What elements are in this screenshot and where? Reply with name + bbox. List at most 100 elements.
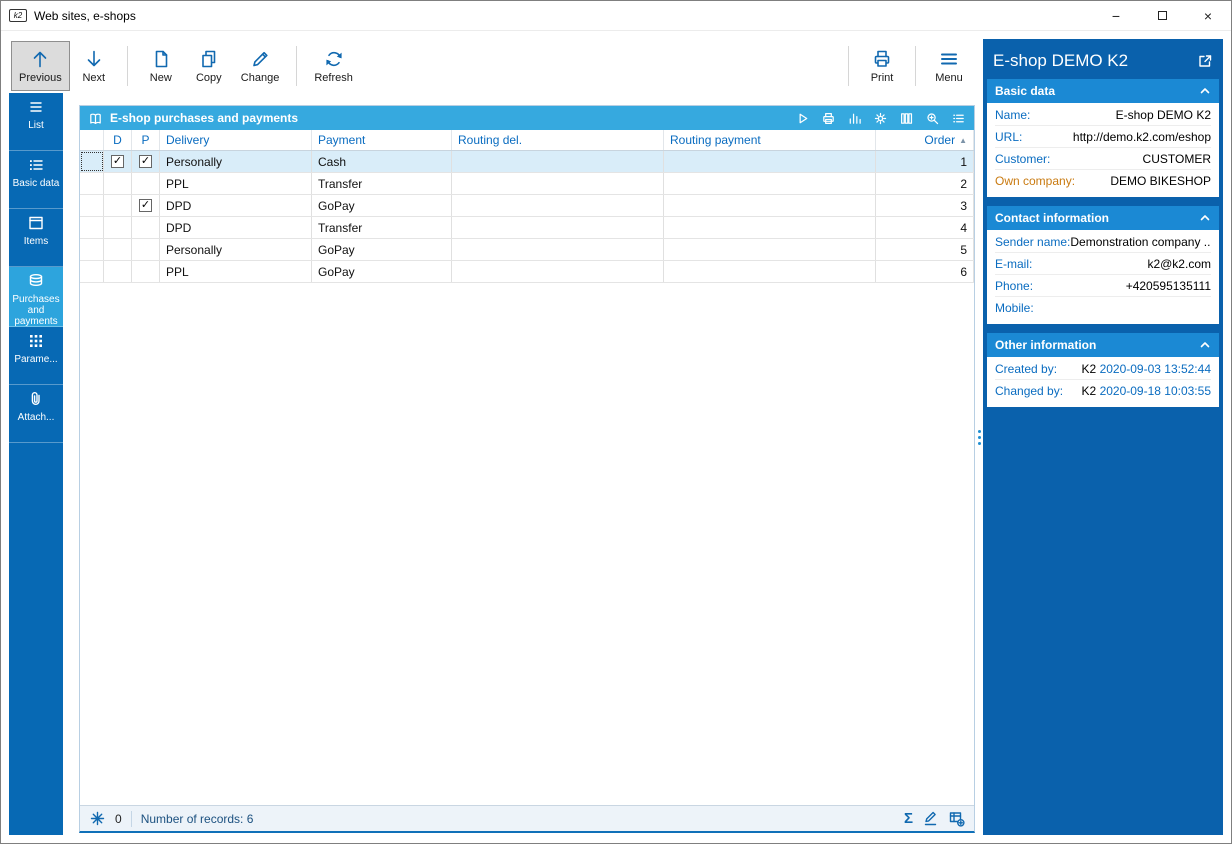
cell-order[interactable]: 1 (876, 151, 974, 172)
header-payment[interactable]: Payment (312, 130, 452, 150)
cell-routing-payment[interactable] (664, 261, 876, 282)
minimize-button[interactable]: − (1093, 1, 1139, 30)
settings-search-icon[interactable] (873, 111, 888, 126)
cell-order[interactable]: 5 (876, 239, 974, 260)
cell-delivery[interactable]: PPL (160, 261, 312, 282)
header-p[interactable]: P (132, 130, 160, 150)
cell-delivery[interactable]: PPL (160, 173, 312, 194)
cell-routing-payment[interactable] (664, 173, 876, 194)
table-row[interactable]: PPL Transfer 2 (80, 173, 974, 195)
row-selector[interactable] (80, 239, 104, 260)
row-selector[interactable] (80, 173, 104, 194)
cell-routing-del[interactable] (452, 195, 664, 216)
cell-p[interactable] (132, 217, 160, 238)
edit-icon[interactable] (922, 810, 939, 827)
cell-delivery[interactable]: Personally (160, 151, 312, 172)
cell-payment[interactable]: GoPay (312, 195, 452, 216)
cell-delivery[interactable]: DPD (160, 217, 312, 238)
sidebar-item-purchases-and-payments[interactable]: Purchases and payments (9, 267, 63, 327)
close-button[interactable]: × (1185, 1, 1231, 30)
cell-p[interactable]: ✓ (132, 195, 160, 216)
row-selector[interactable] (80, 217, 104, 238)
cell-order[interactable]: 4 (876, 217, 974, 238)
cell-delivery[interactable]: DPD (160, 195, 312, 216)
panel-splitter[interactable] (975, 39, 983, 835)
menu-button[interactable]: Menu (925, 41, 973, 91)
cell-routing-payment[interactable] (664, 195, 876, 216)
cell-d[interactable] (104, 173, 132, 194)
cell-routing-payment[interactable] (664, 151, 876, 172)
cell-d[interactable] (104, 217, 132, 238)
print-icon[interactable] (821, 111, 836, 126)
row-selector[interactable] (80, 261, 104, 282)
print-button[interactable]: Print (858, 41, 906, 91)
cell-routing-del[interactable] (452, 173, 664, 194)
coins-stack-icon (27, 272, 45, 290)
cell-p[interactable]: ✓ (132, 151, 160, 172)
table-row[interactable]: PPL GoPay 6 (80, 261, 974, 283)
row-selector[interactable] (80, 195, 104, 216)
cell-d[interactable] (104, 239, 132, 260)
sidebar-item-list[interactable]: List (9, 93, 63, 151)
sidebar-item-items[interactable]: Items (9, 209, 63, 267)
cell-routing-del[interactable] (452, 261, 664, 282)
table-row[interactable]: Personally GoPay 5 (80, 239, 974, 261)
section-contact-information-header[interactable]: Contact information (987, 206, 1219, 230)
cell-p[interactable] (132, 173, 160, 194)
cell-payment[interactable]: Transfer (312, 173, 452, 194)
cell-p[interactable] (132, 261, 160, 282)
field-row-mobile: Mobile: (995, 297, 1211, 319)
cell-routing-del[interactable] (452, 151, 664, 172)
cell-routing-del[interactable] (452, 239, 664, 260)
cell-payment[interactable]: Cash (312, 151, 452, 172)
cell-d[interactable]: ✓ (104, 151, 132, 172)
cell-payment[interactable]: GoPay (312, 261, 452, 282)
change-label: Change (240, 72, 280, 84)
table-row[interactable]: DPD Transfer 4 (80, 217, 974, 239)
header-routing-del[interactable]: Routing del. (452, 130, 664, 150)
header-d[interactable]: D (104, 130, 132, 150)
copy-button[interactable]: Copy (185, 41, 233, 91)
refresh-button[interactable]: Refresh (306, 41, 361, 91)
columns-icon[interactable] (899, 111, 914, 126)
sidebar-item-parameters[interactable]: Parame... (9, 327, 63, 385)
sidebar-item-attachments[interactable]: Attach... (9, 385, 63, 443)
cell-payment[interactable]: GoPay (312, 239, 452, 260)
chart-icon[interactable] (847, 111, 862, 126)
section-basic-data-header[interactable]: Basic data (987, 79, 1219, 103)
add-table-icon[interactable] (948, 810, 965, 827)
cell-d[interactable] (104, 195, 132, 216)
change-button[interactable]: Change (233, 41, 288, 91)
new-button[interactable]: New (137, 41, 185, 91)
previous-button[interactable]: Previous (11, 41, 70, 91)
run-icon[interactable] (795, 111, 810, 126)
cell-payment[interactable]: Transfer (312, 217, 452, 238)
header-delivery[interactable]: Delivery (160, 130, 312, 150)
cell-order[interactable]: 3 (876, 195, 974, 216)
section-other-information-header[interactable]: Other information (987, 333, 1219, 357)
cell-order[interactable]: 2 (876, 173, 974, 194)
checkmark-icon: ✓ (111, 155, 124, 168)
maximize-button[interactable] (1139, 1, 1185, 30)
cell-routing-payment[interactable] (664, 239, 876, 260)
cell-routing-payment[interactable] (664, 217, 876, 238)
cell-order[interactable]: 6 (876, 261, 974, 282)
table-header-row: D P Delivery Payment Routing del. Routin… (80, 130, 974, 151)
cell-p[interactable] (132, 239, 160, 260)
header-routing-payment[interactable]: Routing payment (664, 130, 876, 150)
section-title: Contact information (995, 211, 1109, 225)
cell-d[interactable] (104, 261, 132, 282)
grid-menu-icon[interactable] (951, 111, 966, 126)
table-row[interactable]: ✓ ✓ Personally Cash 1 (80, 151, 974, 173)
next-button[interactable]: Next (70, 41, 118, 91)
sidebar-item-basic-data[interactable]: Basic data (9, 151, 63, 209)
table-row[interactable]: ✓ DPD GoPay 3 (80, 195, 974, 217)
header-order[interactable]: Order ▲ (876, 130, 974, 150)
window-controls: − × (1093, 1, 1231, 30)
cell-delivery[interactable]: Personally (160, 239, 312, 260)
row-selector[interactable] (80, 151, 104, 172)
sum-icon[interactable]: Σ (904, 811, 913, 826)
cell-routing-del[interactable] (452, 217, 664, 238)
external-link-icon[interactable] (1197, 53, 1213, 69)
search-plus-icon[interactable] (925, 111, 940, 126)
